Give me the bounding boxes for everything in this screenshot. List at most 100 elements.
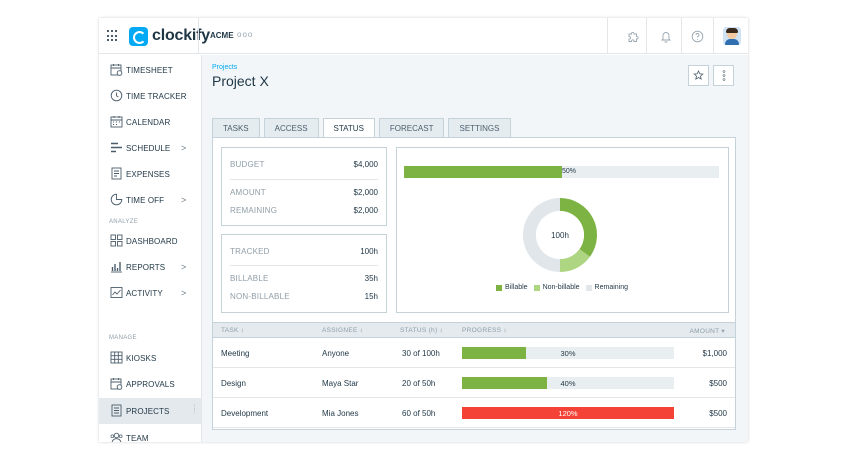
donut-chart: 100h bbox=[523, 198, 597, 272]
sidebar-item-team[interactable]: TEAM bbox=[99, 425, 201, 442]
sidebar-item-kiosks[interactable]: KIOSKS bbox=[99, 345, 201, 371]
breadcrumb[interactable]: Projects bbox=[212, 64, 237, 71]
column-header-status[interactable]: STATUS (h) ↕ bbox=[400, 327, 443, 334]
app-window: clockify ACME ooo TIMESHEET TIME TRACKER bbox=[99, 18, 748, 442]
chart-legend: Billable Non-billable Remaining bbox=[496, 284, 634, 291]
help-icon[interactable] bbox=[689, 28, 705, 44]
table-row[interactable]: Development Mia Jones 60 of 50h 120% $50… bbox=[213, 398, 735, 428]
remaining-value: $2,000 bbox=[353, 206, 378, 215]
budget-card: BUDGET $4,000 AMOUNT $2,000 REMAINING $2… bbox=[221, 147, 387, 226]
budget-progress-label: 50% bbox=[562, 168, 577, 175]
tracked-card: TRACKED 100h BILLABLE 35h NON-BILLABLE 1… bbox=[221, 234, 387, 313]
sidebar-item-label: KIOSKS bbox=[126, 353, 157, 363]
legend-item-remaining: Remaining bbox=[585, 284, 628, 291]
divider bbox=[646, 18, 647, 54]
workspace-name[interactable]: ACME bbox=[210, 31, 234, 40]
legend-item-non-billable: Non-billable bbox=[533, 284, 580, 291]
chevron-right-icon: > bbox=[181, 262, 187, 272]
bell-icon[interactable] bbox=[658, 28, 674, 44]
donut-center-label: 100h bbox=[551, 231, 569, 240]
tracked-value: 100h bbox=[360, 247, 378, 256]
top-bar: clockify ACME ooo bbox=[99, 18, 748, 54]
sidebar-item-label: TEAM bbox=[126, 433, 149, 443]
sidebar-item-activity[interactable]: ACTIVITY > bbox=[99, 280, 201, 306]
sidebar-item-time-off[interactable]: TIME OFF > bbox=[99, 187, 201, 213]
status-hours: 30 of 100h bbox=[402, 349, 440, 358]
chevron-right-icon: > bbox=[181, 143, 187, 153]
column-header-assignee[interactable]: ASSIGNEE ↕ bbox=[322, 327, 363, 334]
remaining-label: REMAINING bbox=[230, 206, 278, 215]
assignee: Anyone bbox=[322, 349, 350, 358]
timesheet-icon bbox=[110, 64, 123, 76]
sidebar-item-expenses[interactable]: EXPENSES bbox=[99, 161, 201, 187]
status-hours: 60 of 50h bbox=[402, 409, 436, 418]
sidebar-item-approvals[interactable]: APPROVALS bbox=[99, 371, 201, 397]
section-label-manage: MANAGE bbox=[109, 335, 137, 341]
expenses-icon bbox=[111, 167, 122, 180]
sidebar-item-label: TIME TRACKER bbox=[126, 91, 187, 101]
tab-settings[interactable]: SETTINGS bbox=[448, 118, 511, 137]
amount: $1,000 bbox=[702, 349, 727, 358]
activity-icon bbox=[110, 287, 123, 298]
assignee: Maya Star bbox=[322, 379, 359, 388]
main-content: Projects Project X TASKS ACCESS STATUS F… bbox=[202, 55, 748, 442]
logo-text: clockify bbox=[152, 27, 210, 44]
divider bbox=[230, 265, 378, 266]
calendar-icon bbox=[110, 116, 123, 128]
budget-progress-fill bbox=[404, 166, 562, 178]
billable-value: 35h bbox=[364, 274, 378, 283]
column-header-progress[interactable]: PROGRESS ↕ bbox=[462, 327, 507, 334]
tab-access[interactable]: ACCESS bbox=[263, 118, 319, 137]
sidebar-item-dashboard[interactable]: DASHBOARD bbox=[99, 228, 201, 254]
amount: $500 bbox=[709, 409, 727, 418]
task-name: Meeting bbox=[221, 349, 250, 358]
column-header-task[interactable]: TASK ↕ bbox=[221, 327, 244, 334]
sidebar-item-schedule[interactable]: SCHEDULE > bbox=[99, 135, 201, 161]
table-row[interactable]: Meeting Anyone 30 of 100h 30% $1,000 bbox=[213, 338, 735, 368]
sidebar-item-label: EXPENSES bbox=[126, 169, 170, 179]
puzzle-icon[interactable] bbox=[625, 28, 641, 44]
chevron-right-icon: > bbox=[181, 195, 187, 205]
drag-handle-icon[interactable]: ⋮ ⋮ bbox=[191, 404, 198, 415]
tab-forecast[interactable]: FORECAST bbox=[378, 118, 445, 137]
chevron-right-icon: > bbox=[181, 288, 187, 298]
budget-label: BUDGET bbox=[230, 160, 265, 169]
task-name: Development bbox=[221, 409, 269, 418]
tab-tasks[interactable]: TASKS bbox=[212, 118, 260, 137]
reports-icon bbox=[111, 262, 122, 273]
legend-label: Billable bbox=[505, 284, 528, 291]
status-panel: BUDGET $4,000 AMOUNT $2,000 REMAINING $2… bbox=[212, 137, 736, 430]
sidebar-item-projects[interactable]: PROJECTS ⋮ ⋮ bbox=[99, 398, 201, 424]
favorite-star-icon[interactable] bbox=[688, 65, 709, 86]
apps-grid-icon[interactable] bbox=[107, 30, 119, 42]
budget-progress-bar: 50% bbox=[404, 166, 719, 178]
sidebar-item-label: APPROVALS bbox=[126, 379, 175, 389]
sidebar-item-calendar[interactable]: CALENDAR bbox=[99, 109, 201, 135]
sidebar-item-timesheet[interactable]: TIMESHEET bbox=[99, 57, 201, 83]
sidebar-item-reports[interactable]: REPORTS > bbox=[99, 254, 201, 280]
clockify-logo-icon bbox=[129, 26, 148, 46]
table-row[interactable]: Design Maya Star 20 of 50h 40% $500 bbox=[213, 368, 735, 398]
divider bbox=[230, 179, 378, 180]
sidebar-item-time-tracker[interactable]: TIME TRACKER bbox=[99, 83, 201, 109]
progress-label: 30% bbox=[560, 349, 576, 358]
non-billable-value: 15h bbox=[364, 292, 378, 301]
status-hours: 20 of 50h bbox=[402, 379, 436, 388]
workspace-more[interactable]: ooo bbox=[237, 30, 253, 39]
tab-status[interactable]: STATUS bbox=[322, 118, 375, 138]
progress-bar: 30% bbox=[462, 347, 674, 359]
projects-icon bbox=[111, 404, 122, 417]
user-avatar[interactable] bbox=[723, 27, 741, 45]
dashboard-icon bbox=[110, 234, 123, 247]
sidebar-item-label: TIMESHEET bbox=[126, 65, 173, 75]
legend-label: Non-billable bbox=[542, 284, 580, 291]
more-options-icon[interactable] bbox=[713, 65, 734, 86]
billable-label: BILLABLE bbox=[230, 274, 269, 283]
sidebar-item-label: CALENDAR bbox=[126, 117, 171, 127]
progress-label: 120% bbox=[558, 409, 578, 418]
column-header-amount[interactable]: AMOUNT ▾ bbox=[689, 327, 725, 335]
sidebar: TIMESHEET TIME TRACKER CALENDAR SCHEDULE… bbox=[99, 55, 202, 442]
progress-bar: 40% bbox=[462, 377, 674, 389]
time-off-icon bbox=[110, 193, 123, 206]
amount-value: $2,000 bbox=[353, 188, 378, 197]
